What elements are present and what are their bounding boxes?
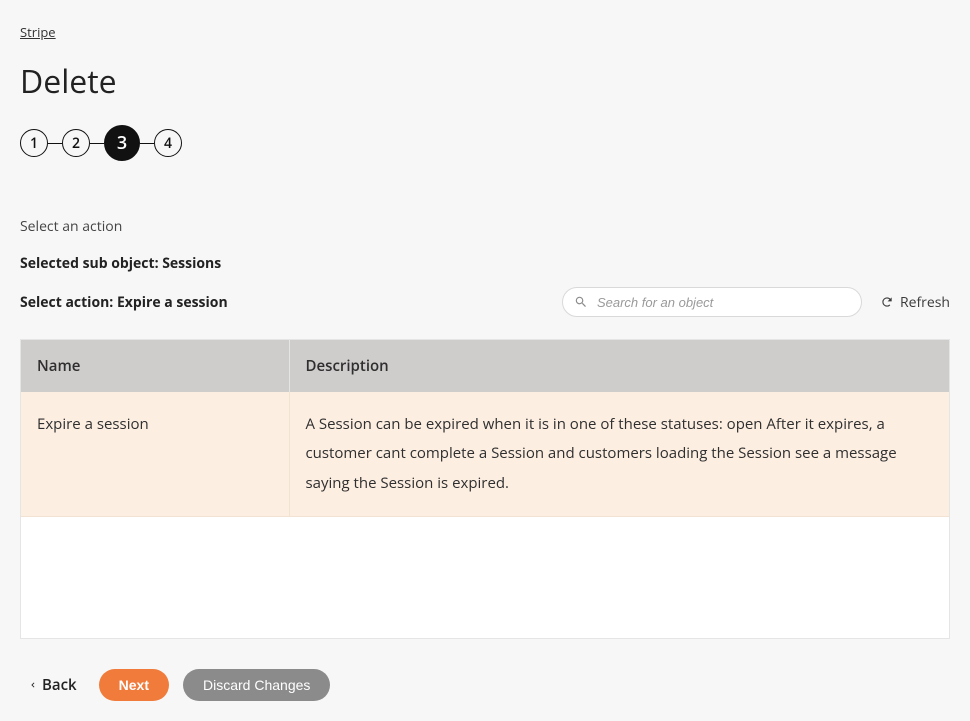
search-field[interactable] xyxy=(562,287,862,317)
selected-action: Select action: Expire a session xyxy=(20,293,228,312)
actions-table: Name Description Expire a session A Sess… xyxy=(20,339,950,639)
refresh-label: Refresh xyxy=(900,293,950,312)
step-connector xyxy=(90,143,104,144)
discard-button[interactable]: Discard Changes xyxy=(183,669,330,701)
next-button[interactable]: Next xyxy=(99,669,169,701)
instruction-text: Select an action xyxy=(20,217,950,236)
stepper: 1 2 3 4 xyxy=(20,125,950,161)
step-3[interactable]: 3 xyxy=(104,125,140,161)
back-label: Back xyxy=(42,675,77,695)
chevron-left-icon xyxy=(28,680,38,690)
cell-name: Expire a session xyxy=(21,392,289,516)
search-input[interactable] xyxy=(562,287,862,317)
refresh-button[interactable]: Refresh xyxy=(880,293,950,312)
step-connector xyxy=(48,143,62,144)
cell-description: A Session can be expired when it is in o… xyxy=(289,392,949,516)
wizard-footer: Back Next Discard Changes xyxy=(20,669,950,701)
breadcrumb-stripe[interactable]: Stripe xyxy=(20,23,56,41)
search-icon xyxy=(574,295,588,309)
refresh-icon xyxy=(880,295,894,309)
col-header-name[interactable]: Name xyxy=(21,340,289,392)
back-button[interactable]: Back xyxy=(20,669,85,701)
page-title: Delete xyxy=(20,60,950,103)
selected-sub-object: Selected sub object: Sessions xyxy=(20,254,950,273)
table-row[interactable]: Expire a session A Session can be expire… xyxy=(21,392,949,516)
step-1[interactable]: 1 xyxy=(20,129,48,157)
step-2[interactable]: 2 xyxy=(62,129,90,157)
col-header-description[interactable]: Description xyxy=(289,340,949,392)
step-4[interactable]: 4 xyxy=(154,129,182,157)
step-connector xyxy=(140,143,154,144)
